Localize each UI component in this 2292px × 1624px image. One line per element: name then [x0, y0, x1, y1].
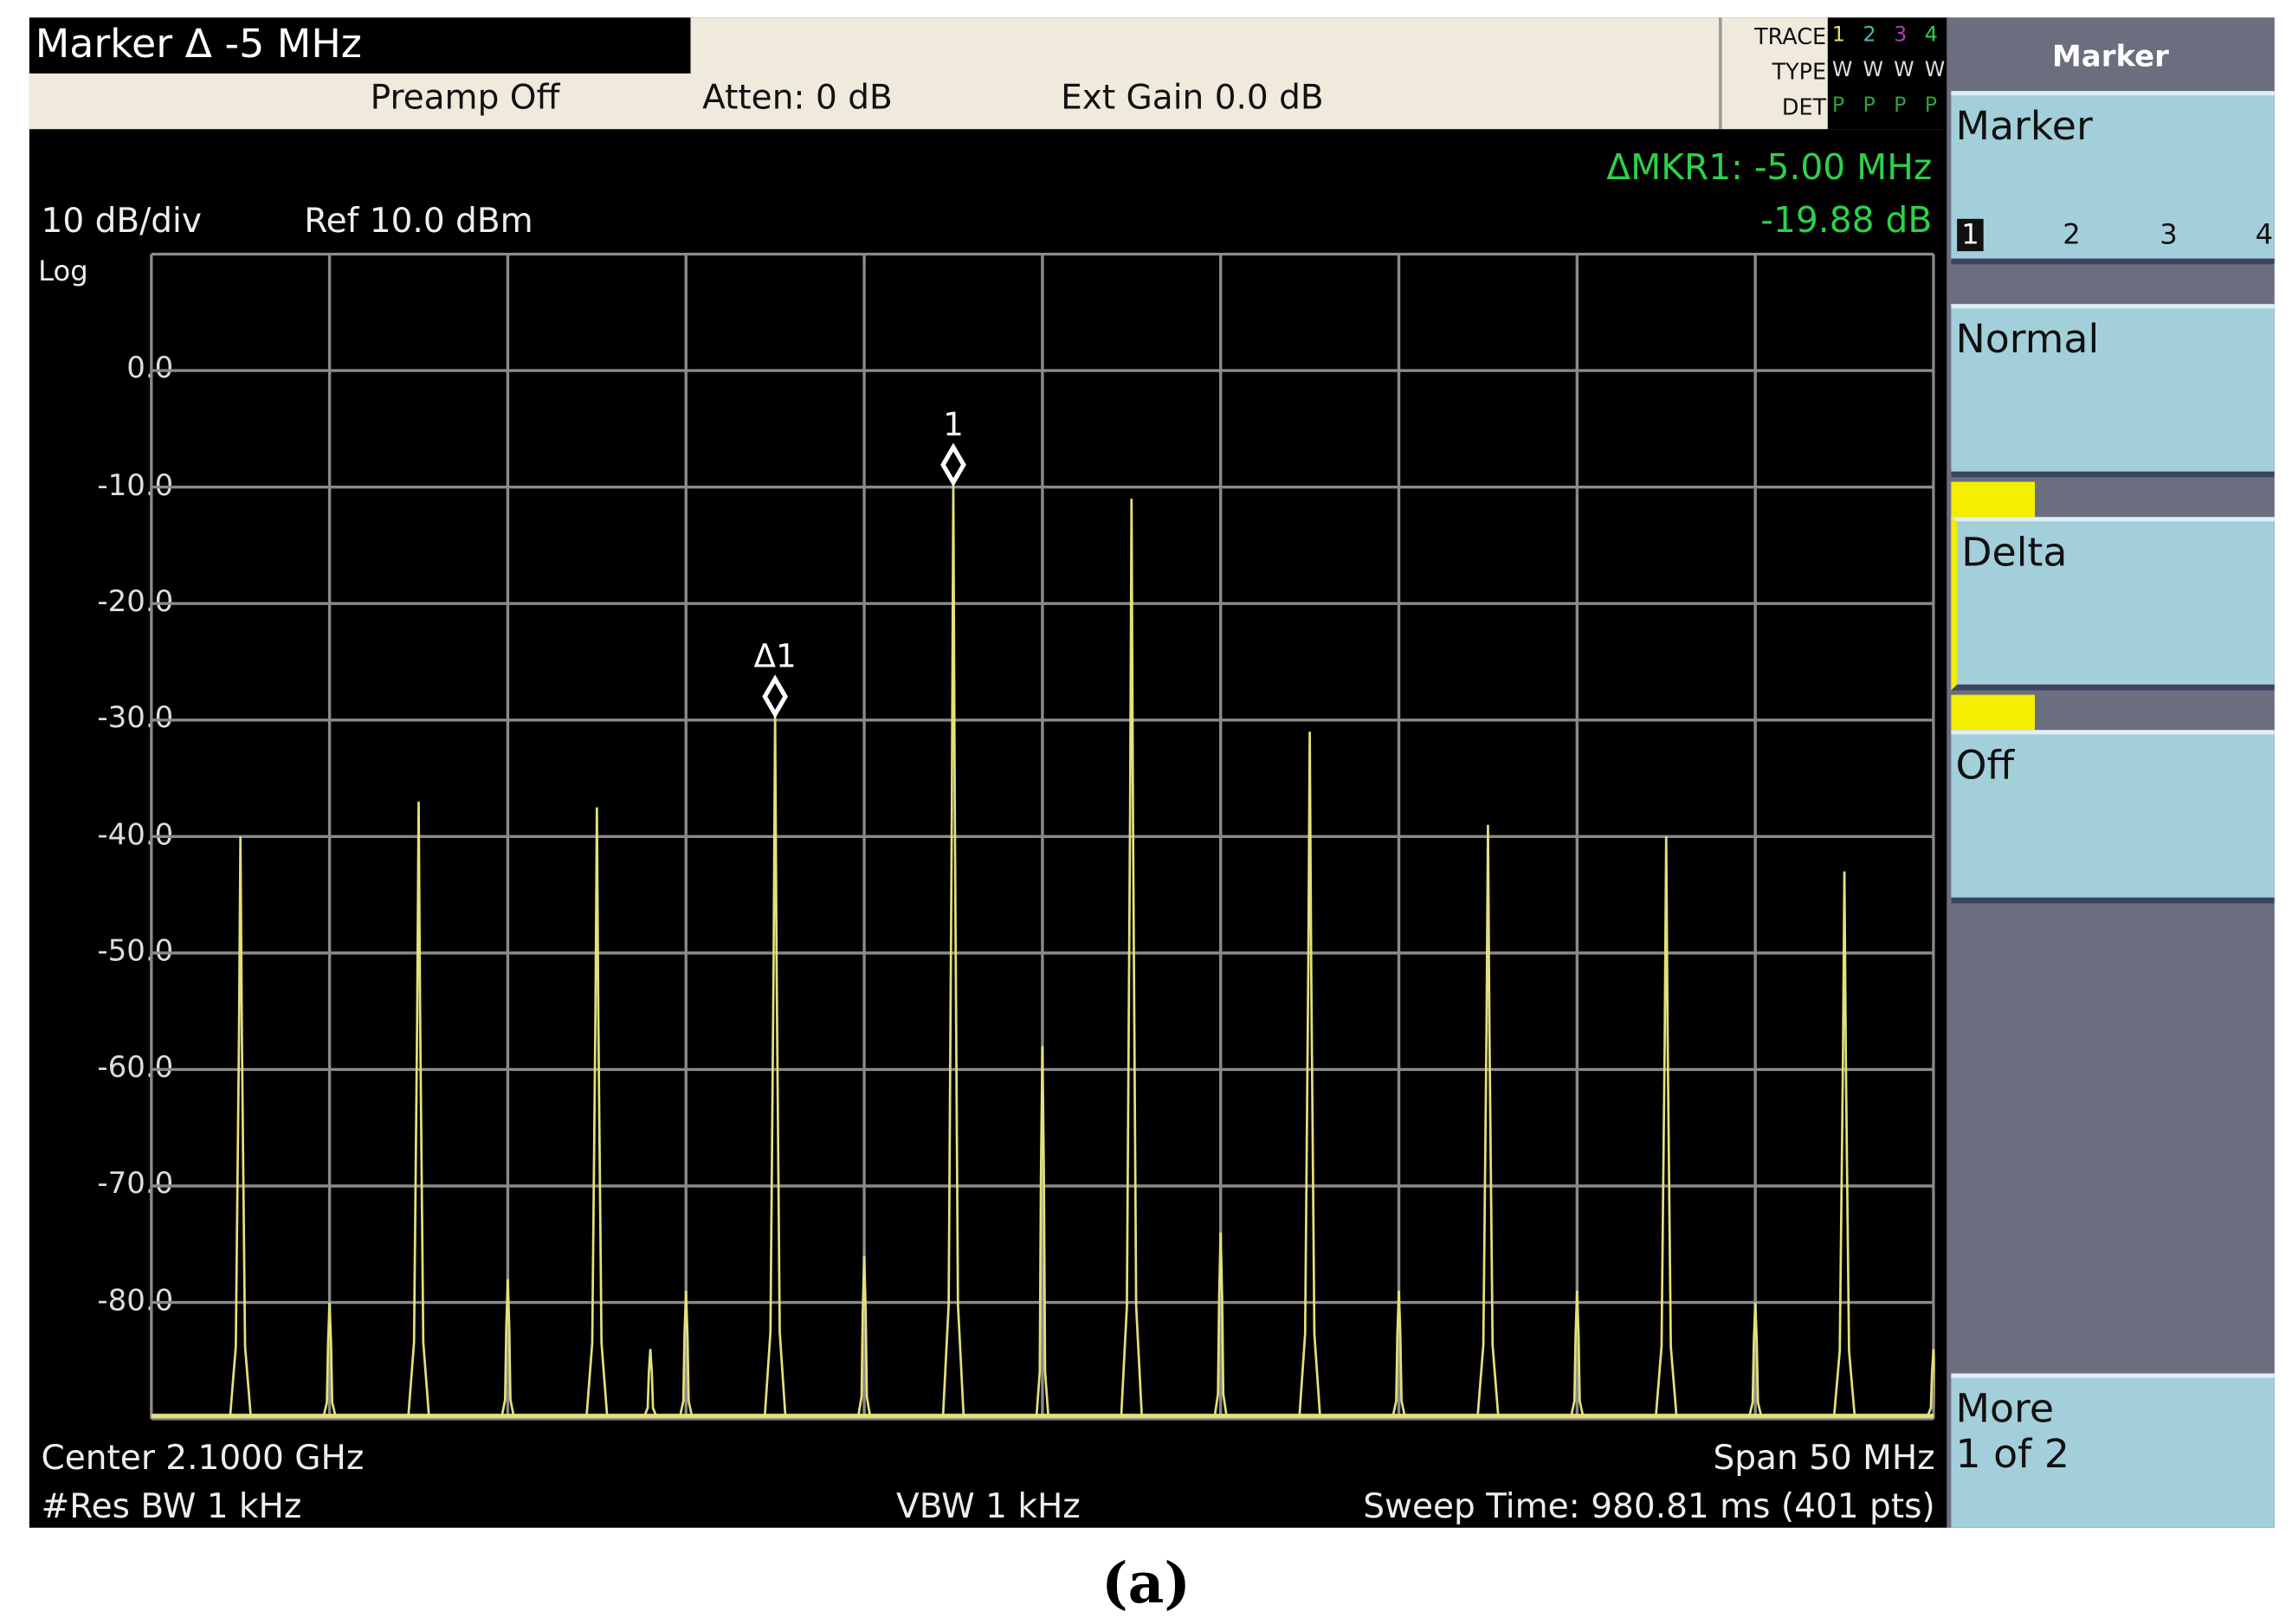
marker-number-2[interactable]: 2 [2063, 219, 2081, 251]
more-label: More [1955, 1386, 2055, 1433]
spectral-peak [585, 807, 609, 1416]
marker-diamond-icon [762, 674, 788, 719]
marker-delta-amplitude: -19.88 dB [1760, 199, 1933, 242]
spurious-peak [643, 1349, 658, 1417]
trace-type: W [1831, 58, 1853, 83]
spectral-peak [229, 836, 252, 1416]
off-softkey[interactable]: Off [1951, 730, 2275, 904]
trace-type: W [1924, 58, 1946, 83]
more-softkey[interactable]: More 1 of 2 [1951, 1373, 2275, 1528]
marker-diamond-icon [940, 442, 966, 487]
delta-softkey[interactable]: Delta [1951, 517, 2275, 691]
trace-type: W [1863, 58, 1884, 83]
sweep-time[interactable]: Sweep Time: 980.81 ms (401 pts) [1363, 1488, 1934, 1526]
marker-label: 1 [943, 405, 964, 443]
trace-table: TRACE TYPE DET 1WP2WP3WP4WP [1719, 17, 1950, 130]
selection-indicator [1951, 694, 2036, 731]
center-frequency[interactable]: Center 2.1000 GHz [42, 1440, 365, 1478]
det-label: DET [1781, 93, 1827, 121]
ext-gain-status: Ext Gain 0.0 dB [1061, 79, 1324, 118]
attenuation-status: Atten: 0 dB [702, 79, 893, 118]
trace-values: 1WP2WP3WP4WP [1827, 17, 1950, 130]
marker-select-softkey[interactable]: Marker 1 2 3 4 [1951, 91, 2275, 265]
trace-detector: P [1863, 93, 1876, 118]
softkey-panel: Marker Marker 1 2 3 4 Normal Delta Off M… [1947, 17, 2275, 1528]
marker-delta-frequency: ΔMKR1: -5.00 MHz [1606, 146, 1933, 189]
marker-softkey-label: Marker [1955, 104, 2093, 151]
spectrum-display: ΔMKR1: -5.00 MHz -19.88 dB 10 dB/div Ref… [29, 129, 1947, 1528]
scale-type: Log [38, 255, 88, 288]
spectral-peak [1476, 824, 1500, 1416]
spectral-peak [1655, 836, 1678, 1416]
normal-softkey[interactable]: Normal [1951, 304, 2275, 478]
resolution-bandwidth[interactable]: #Res BW 1 kHz [42, 1488, 302, 1526]
reference-level: Ref 10.0 dBm [304, 203, 533, 242]
trace-number: 1 [1831, 23, 1846, 48]
spectral-peak [1120, 499, 1144, 1416]
type-label: TYPE [1772, 58, 1827, 86]
normal-label: Normal [1955, 317, 2100, 364]
trace-type: W [1894, 58, 1914, 83]
figure-caption: (a) [1101, 1550, 1191, 1616]
marker-number-1[interactable]: 1 [1957, 218, 1984, 252]
active-function-title: Marker Δ -5 MHz [29, 17, 691, 74]
marker-number-4[interactable]: 4 [2256, 219, 2274, 251]
spectrum-chart: 1 Δ1 [150, 252, 1935, 1421]
spectral-peak [1298, 731, 1321, 1416]
menu-title: Marker [2052, 38, 2169, 74]
trace-label: TRACE [1754, 23, 1827, 50]
marker-label: Δ1 [754, 637, 797, 675]
span[interactable]: Span 50 MHz [1713, 1440, 1934, 1478]
trace-detector: P [1924, 93, 1938, 118]
preamp-status: Preamp Off [370, 79, 560, 118]
off-label: Off [1955, 743, 2015, 789]
trace-detector: P [1831, 93, 1845, 118]
trace-number: 4 [1924, 23, 1938, 48]
trace-number: 3 [1894, 23, 1908, 48]
video-bandwidth[interactable]: VBW 1 kHz [896, 1488, 1081, 1526]
trace-number: 2 [1863, 23, 1876, 48]
spectral-peak [941, 482, 965, 1416]
marker-number-3[interactable]: 3 [2160, 219, 2178, 251]
more-page: 1 of 2 [1955, 1432, 2070, 1478]
delta-label: Delta [1961, 530, 2068, 577]
trace-detector: P [1894, 93, 1907, 118]
selection-indicator [1951, 481, 2036, 518]
scale-per-div: 10 dB/div [41, 203, 202, 242]
spectral-peak [763, 714, 787, 1416]
spectral-peak [407, 801, 430, 1416]
